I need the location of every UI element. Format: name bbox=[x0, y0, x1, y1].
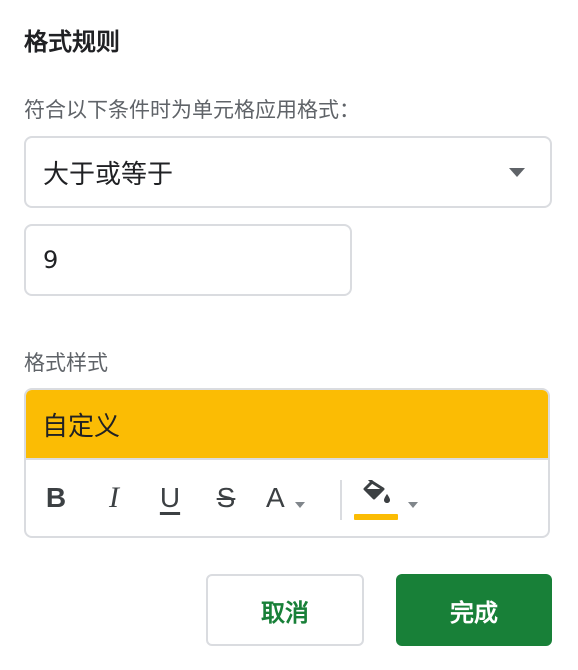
chevron-down-icon bbox=[509, 168, 525, 177]
condition-select-value: 大于或等于 bbox=[43, 159, 174, 190]
format-style-card: 自定义 B I U S A bbox=[24, 388, 550, 538]
style-label: 格式样式 bbox=[24, 351, 108, 375]
style-preview-text: 自定义 bbox=[42, 411, 121, 442]
strikethrough-button[interactable]: S bbox=[206, 476, 246, 520]
fill-color-swatch bbox=[354, 514, 398, 520]
italic-button[interactable]: I bbox=[94, 476, 134, 520]
text-color-icon: A bbox=[266, 482, 285, 513]
text-color-button[interactable]: A bbox=[262, 476, 324, 520]
chevron-down-icon bbox=[408, 502, 418, 508]
style-toolbar: B I U S A bbox=[26, 460, 548, 536]
style-preview[interactable]: 自定义 bbox=[26, 390, 548, 460]
done-button[interactable]: 完成 bbox=[396, 574, 552, 646]
chevron-down-icon bbox=[294, 502, 305, 508]
bold-button[interactable]: B bbox=[36, 476, 76, 520]
condition-value-input[interactable] bbox=[24, 224, 352, 296]
cancel-button[interactable]: 取消 bbox=[206, 574, 364, 646]
toolbar-divider bbox=[340, 480, 342, 520]
condition-select[interactable]: 大于或等于 bbox=[24, 136, 552, 208]
format-rules-panel: 格式规则 符合以下条件时为单元格应用格式： 大于或等于 格式样式 自定义 B I… bbox=[0, 0, 578, 670]
condition-label: 符合以下条件时为单元格应用格式： bbox=[24, 98, 360, 122]
fill-color-button[interactable] bbox=[354, 476, 420, 520]
paint-bucket-icon bbox=[363, 480, 390, 503]
underline-button[interactable]: U bbox=[150, 476, 190, 520]
section-title: 格式规则 bbox=[24, 28, 120, 56]
